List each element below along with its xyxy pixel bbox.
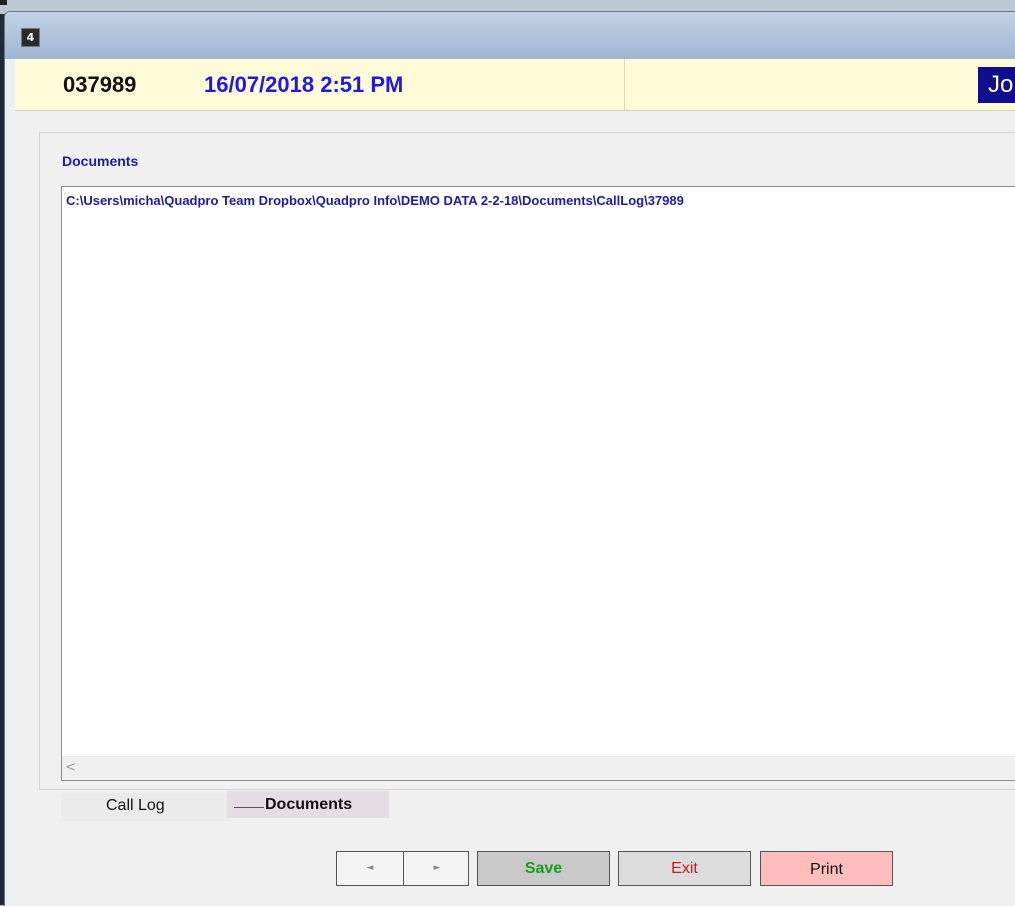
title-bar[interactable]: 4 bbox=[5, 12, 1015, 59]
background-corner bbox=[0, 0, 7, 5]
save-button[interactable]: Save bbox=[477, 851, 610, 886]
document-path-item[interactable]: C:\Users\micha\Quadpro Team Dropbox\Quad… bbox=[66, 193, 684, 208]
tab-documents-label: Documents bbox=[265, 796, 353, 813]
header-badge: Jo bbox=[978, 67, 1015, 103]
documents-label: Documents bbox=[62, 153, 139, 169]
next-record-button[interactable]: ► bbox=[404, 852, 470, 885]
tab-call-log[interactable]: Call Log bbox=[61, 793, 231, 821]
chevron-left-icon[interactable]: < bbox=[65, 760, 76, 775]
record-number: 037989 bbox=[63, 72, 137, 97]
record-navigation: ◄ ► bbox=[336, 851, 469, 886]
record-header: 037989 16/07/2018 2:51 PM Jo bbox=[15, 59, 1015, 111]
tab-documents[interactable]: Documents bbox=[227, 791, 389, 818]
print-button[interactable]: Print bbox=[760, 851, 893, 886]
documents-panel: Documents C:\Users\micha\Quadpro Team Dr… bbox=[39, 132, 1015, 790]
tab-bar: Call Log Documents bbox=[5, 791, 1015, 821]
horizontal-scrollbar[interactable]: < bbox=[62, 756, 1015, 780]
record-datetime: 16/07/2018 2:51 PM bbox=[204, 72, 404, 97]
tab-documents-underline bbox=[234, 807, 264, 808]
exit-button[interactable]: Exit bbox=[618, 851, 751, 886]
documents-list[interactable]: C:\Users\micha\Quadpro Team Dropbox\Quad… bbox=[61, 186, 1015, 781]
call-log-window: 4 037989 16/07/2018 2:51 PM Jo Documents… bbox=[4, 11, 1015, 906]
4d-app-icon[interactable]: 4 bbox=[21, 28, 40, 47]
tab-call-log-label: Call Log bbox=[106, 797, 165, 814]
header-divider bbox=[624, 59, 625, 110]
previous-record-button[interactable]: ◄ bbox=[337, 852, 404, 885]
